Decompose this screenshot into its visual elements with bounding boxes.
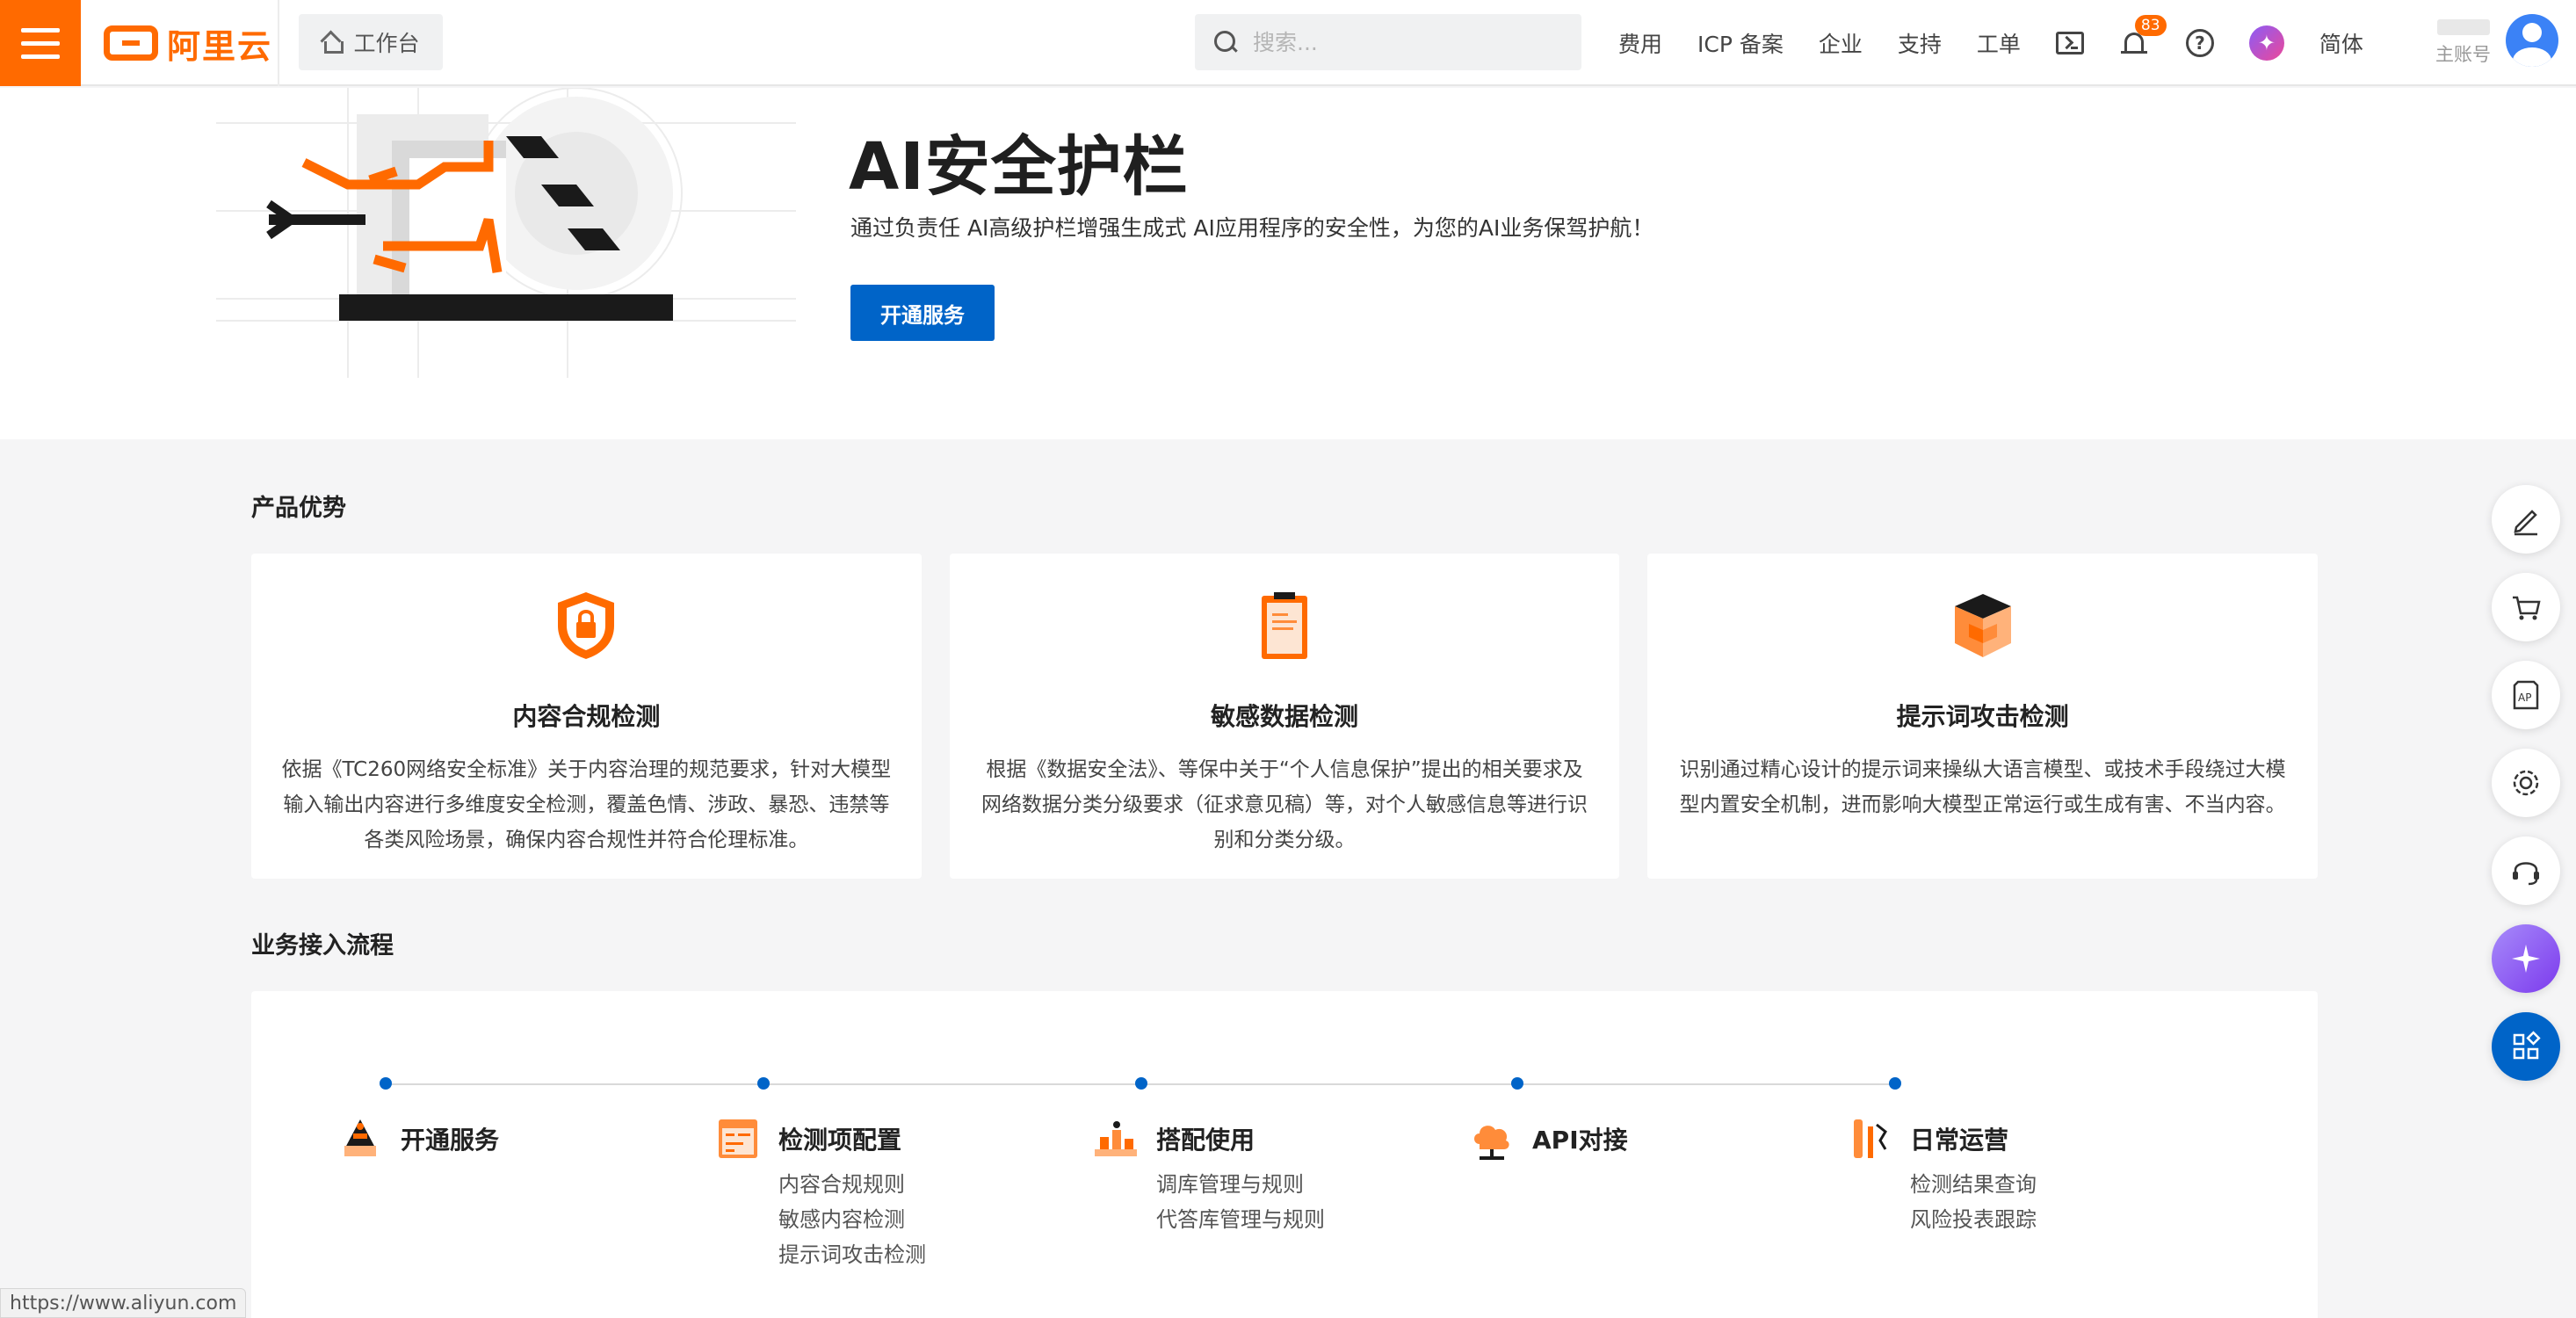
ai-assistant-icon[interactable]: ✦	[2248, 25, 2284, 61]
flow-step-sub-item[interactable]: 检测结果查询	[1910, 1167, 2130, 1202]
cart-icon	[2513, 596, 2541, 620]
advantage-description: 根据《数据安全法》、等保中关于“个人信息保护”提出的相关要求及网络数据分类分级要…	[981, 758, 1588, 851]
language-switch[interactable]: 简体	[2319, 27, 2363, 59]
apps-grid-icon	[2513, 1031, 2541, 1060]
logo-mark-icon	[104, 25, 158, 61]
settings-icon	[2513, 770, 2539, 796]
aliyun-logo[interactable]: 阿里云	[104, 21, 273, 66]
floating-toolbar: AP	[2492, 485, 2562, 1100]
page-title: AI安全护栏	[849, 129, 1189, 205]
activate-service-icon	[344, 1119, 376, 1156]
hero-banner: AI安全护栏 通过负责任 AI高级护栏增强生成式 AI应用程序的安全性，为您的A…	[0, 88, 2576, 439]
flow-dot	[380, 1077, 392, 1090]
help-icon[interactable]: ?	[2185, 29, 2214, 57]
flow-step-title: API对接	[1532, 1126, 1628, 1155]
nav-icp[interactable]: ICP 备案	[1697, 27, 1784, 59]
activate-service-button[interactable]: 开通服务	[850, 285, 995, 341]
flow-step-combine: 搭配使用 调库管理与规则 代答库管理与规则	[1007, 1077, 1376, 1237]
nav-ticket[interactable]: 工单	[1977, 27, 2021, 59]
section-title-flow: 业务接入流程	[251, 932, 394, 960]
detection-config-icon	[719, 1119, 757, 1158]
search-input[interactable]	[1253, 29, 1569, 55]
apps-button[interactable]	[2492, 1012, 2560, 1081]
section-title-advantages: 产品优势	[251, 495, 346, 522]
onboarding-flow: 开通服务 检测项配置 内容合规规则 敏感内容检测 提示词攻击检测 搭配使用 调库…	[251, 991, 2318, 1318]
advantage-card-content-compliance: 内容合规检测 依据《TC260网络安全标准》关于内容治理的规范要求，针对大模型输…	[251, 554, 922, 879]
home-icon	[322, 33, 344, 54]
edit-icon	[2514, 510, 2537, 536]
nav-fees[interactable]: 费用	[1618, 27, 1662, 59]
advantage-card-prompt-attack: 提示词攻击检测 识别通过精心设计的提示词来操纵大语言模型、或技术手段绕过大模型内…	[1647, 554, 2319, 879]
svg-text:AP: AP	[2518, 692, 2531, 704]
flow-step-sub-item[interactable]: 敏感内容检测	[778, 1202, 998, 1237]
workbench-label: 工作台	[353, 31, 420, 56]
account-name-placeholder	[2436, 19, 2490, 35]
flow-step-sub-item[interactable]: 提示词攻击检测	[778, 1237, 998, 1272]
search-box[interactable]	[1195, 14, 1581, 70]
notification-badge: 83	[2134, 15, 2167, 36]
nav-support[interactable]: 支持	[1898, 27, 1942, 59]
search-icon	[1214, 31, 1237, 54]
header-nav: 费用 ICP 备案 企业 支持 工单 83 ? ✦ 简体	[1618, 0, 2363, 86]
advantage-title: 提示词攻击检测	[1896, 702, 2069, 731]
flow-dot	[757, 1077, 770, 1090]
flow-step-sub-item[interactable]: 代答库管理与规则	[1156, 1202, 1376, 1237]
advantage-title: 内容合规检测	[512, 702, 661, 731]
clipboard-icon	[1262, 592, 1307, 659]
advantage-cards: 内容合规检测 依据《TC260网络安全标准》关于内容治理的规范要求，针对大模型输…	[251, 554, 2319, 879]
avatar[interactable]	[2506, 14, 2558, 67]
edit-button[interactable]	[2492, 485, 2560, 554]
logo-text: 阿里云	[167, 26, 273, 66]
flow-step-title: 开通服务	[401, 1126, 500, 1155]
menu-icon[interactable]	[0, 0, 81, 86]
flow-step-config: 检测项配置 内容合规规则 敏感内容检测 提示词攻击检测	[629, 1077, 998, 1272]
top-navigation-bar: 阿里云 工作台 费用 ICP 备案 企业 支持 工单 83 ? ✦ 简体 主账号	[0, 0, 2576, 86]
advantage-card-sensitive-data: 敏感数据检测 根据《数据安全法》、等保中关于“个人信息保护”提出的相关要求及网络…	[949, 554, 1620, 879]
advantage-title: 敏感数据检测	[1211, 702, 1359, 731]
divider	[278, 0, 279, 86]
flow-dot	[1511, 1077, 1523, 1090]
ai-assistant-button[interactable]	[2492, 924, 2560, 993]
combine-usage-icon	[1095, 1121, 1137, 1156]
cube-icon	[1954, 594, 2011, 657]
workbench-button[interactable]: 工作台	[299, 14, 443, 70]
cart-button[interactable]	[2492, 573, 2560, 641]
api-button[interactable]: AP	[2492, 661, 2560, 729]
daily-operations-icon	[1854, 1119, 1887, 1158]
account-label: 主账号	[2435, 44, 2491, 65]
nav-enterprise[interactable]: 企业	[1819, 27, 1863, 59]
cloud-api-icon	[1474, 1126, 1509, 1160]
advantage-description: 依据《TC260网络安全标准》关于内容治理的规范要求，针对大模型输入输出内容进行…	[281, 758, 892, 851]
api-icon: AP	[2513, 680, 2539, 710]
flow-step-title: 搭配使用	[1156, 1126, 1255, 1155]
shield-lock-icon	[558, 592, 615, 659]
ai-assistant-icon	[2512, 945, 2540, 973]
flow-dot	[1889, 1077, 1901, 1090]
advantage-description: 识别通过精心设计的提示词来操纵大语言模型、或技术手段绕过大模型内置安全机制，进而…	[1679, 758, 2286, 816]
account-info[interactable]: 主账号	[2435, 16, 2491, 67]
flow-step-sub-item[interactable]: 调库管理与规则	[1156, 1167, 1376, 1202]
hero-description: 通过负责任 AI高级护栏增强生成式 AI应用程序的安全性，为您的AI业务保驾护航…	[850, 215, 1654, 241]
support-button[interactable]	[2492, 836, 2560, 905]
flow-step-title: 日常运营	[1910, 1126, 2009, 1155]
status-bar-url: https://www.aliyun.com	[0, 1288, 247, 1318]
guardrail-illustration	[216, 88, 796, 378]
flow-step-title: 检测项配置	[778, 1126, 902, 1155]
flow-step-operations: 日常运营 检测结果查询 风险投表跟踪	[1761, 1077, 2130, 1237]
flow-step-activate: 开通服务	[251, 1077, 620, 1163]
terminal-icon[interactable]	[2055, 32, 2084, 54]
headset-icon	[2513, 862, 2539, 886]
flow-step-sub-item[interactable]: 风险投表跟踪	[1910, 1202, 2130, 1237]
flow-step-sub-item[interactable]: 内容合规规则	[778, 1167, 998, 1202]
settings-button[interactable]	[2492, 749, 2560, 817]
notification-button[interactable]: 83	[2119, 15, 2167, 59]
flow-dot	[1135, 1077, 1147, 1090]
flow-step-api: API对接	[1383, 1077, 1752, 1163]
bell-icon	[2120, 33, 2147, 54]
